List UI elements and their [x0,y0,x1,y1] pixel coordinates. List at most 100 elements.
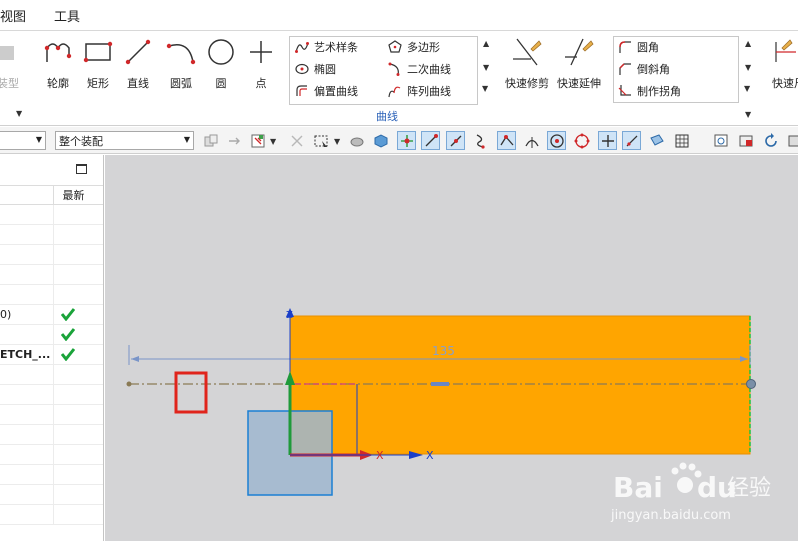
navigator-row[interactable]: ETCH_... [0,345,103,365]
watermark-url: jingyan.baidu.com [610,508,731,523]
navigator-row[interactable] [0,265,103,285]
navigator-row[interactable]: 0) [0,305,103,325]
studio-spline-button[interactable]: 艺术样条 [295,38,358,55]
snap-quadrant-icon[interactable] [572,131,591,150]
select-solid-icon[interactable] [371,131,390,150]
menu-tools[interactable]: 工具 [54,6,92,25]
make-corner-button[interactable]: 制作拐角 [618,82,681,99]
filter-move-icon[interactable] [225,131,244,150]
centerline-end-point[interactable] [746,379,756,389]
sketch-canvas[interactable]: 135 Z X X Bai du 经验 jingyan.baidu.com [105,155,798,541]
latest-cell [53,305,93,325]
corner-more-icon[interactable]: ▼ [744,84,750,93]
snap-feature-icon[interactable] [287,131,306,150]
navigator-row[interactable] [0,285,103,305]
fit-view-icon[interactable] [736,131,755,150]
navigator-titlebar [0,155,103,185]
rectangle-icon [83,41,113,63]
point-button[interactable]: 点 [241,37,281,91]
polygon-button[interactable]: 多边形 [388,38,451,55]
axis-x2-label: X [426,449,434,462]
curve-group-label: 曲线 [376,110,398,123]
arc-button[interactable]: 圆弧 [161,37,201,91]
offset-curve-button[interactable]: 偏置曲线 [295,82,358,99]
snap-intersection-icon[interactable] [497,131,516,150]
pattern-curve-button[interactable]: 阵列曲线 [388,82,451,99]
dimension-value[interactable]: 135 [432,344,455,358]
select-body-icon[interactable] [347,131,366,150]
quick-trim-button[interactable]: 快速修剪 [505,37,549,91]
quick-extend-button[interactable]: 快速延伸 [557,37,601,91]
gallery-scroll-up-icon[interactable]: ▲ [483,39,489,48]
chamfer-button[interactable]: 倒斜角 [618,60,681,77]
snap-arc-center-icon[interactable] [547,131,566,150]
snap-grid-icon[interactable] [397,131,416,150]
navigator-row[interactable] [0,485,103,505]
navigator-row[interactable] [0,385,103,405]
corner-scroll-up-icon[interactable]: ▲ [745,39,751,48]
rectangle-button[interactable]: 矩形 [78,37,118,91]
axis-x-label: X [376,449,384,462]
navigator-row[interactable] [0,425,103,445]
chevron-down-icon[interactable]: ▼ [270,137,276,146]
zoom-view-icon[interactable] [711,131,730,150]
navigator-row[interactable] [0,445,103,465]
snap-existing-point-icon[interactable] [598,131,617,150]
latest-cell [53,265,93,285]
quick-dimension-button[interactable]: 快速尺 [772,37,798,91]
menu-bar: 视图 工具 [0,0,798,30]
navigator-row[interactable] [0,505,103,525]
dimension-arrow-left [131,356,139,362]
ribbon: 装型 ▼ 轮廓 矩形 直线 圆弧 圆 点 艺术样条 椭圆 偏置曲线 多边形 二次… [0,30,798,126]
chevron-down-icon[interactable]: ▼ [334,137,340,146]
group-options-icon[interactable]: ▼ [745,110,751,119]
navigator-row[interactable] [0,245,103,265]
assembly-button[interactable]: 装型 [0,37,28,91]
ellipse-button[interactable]: 椭圆 [295,60,358,77]
snap-tangent-icon[interactable] [522,131,541,150]
rectangle-select-icon[interactable] [311,131,330,150]
sketch-rectangle[interactable] [289,315,751,455]
select-type-icon[interactable] [248,131,267,150]
navigator-row[interactable] [0,365,103,385]
graphics-window[interactable]: 135 Z X X Bai du 经验 jingyan.baidu.com [105,155,798,541]
filter-parts-icon[interactable] [201,131,220,150]
snap-point-on-curve-icon[interactable] [622,131,641,150]
chamfer-icon [619,62,631,75]
profile-button[interactable]: 轮廓 [38,37,78,91]
gallery-more-icon[interactable]: ▼ [482,84,488,93]
pan-view-icon[interactable] [784,131,798,150]
checkmark-icon [61,348,75,361]
chevron-down-icon[interactable]: ▼ [16,109,22,118]
fillet-button[interactable]: 圆角 [618,38,681,55]
navigator-row[interactable] [0,405,103,425]
snap-midpoint-icon[interactable] [446,131,465,150]
rotate-view-icon[interactable] [761,131,780,150]
snap-bounded-grid-icon[interactable] [672,131,691,150]
line-button[interactable]: 直线 [118,37,158,91]
navigator-row[interactable] [0,325,103,345]
snap-endpoint-icon[interactable] [421,131,440,150]
arc-icon [166,43,196,65]
corner-scroll-down-icon[interactable]: ▼ [745,63,751,72]
filter-combo[interactable]: ▼ [0,131,46,150]
latest-cell [53,485,93,505]
navigator-row[interactable] [0,465,103,485]
profile-icon [44,43,72,62]
assembly-icon [0,46,14,60]
snap-control-point-icon[interactable] [471,131,490,150]
snap-face-icon[interactable] [647,131,666,150]
maximize-icon[interactable] [76,164,87,174]
centerline-start-point[interactable] [126,381,132,387]
axis-z-label: Z [286,310,293,321]
circle-button[interactable]: 圆 [201,37,241,91]
navigator-row[interactable] [0,225,103,245]
latest-cell [53,425,93,445]
gallery-scroll-down-icon[interactable]: ▼ [483,63,489,72]
navigator-row[interactable] [0,205,103,225]
menu-view[interactable]: 视图 [0,6,38,25]
assembly-scope-combo[interactable]: 整个装配 ▼ [55,131,194,150]
navigator-header: 最新 [0,185,103,206]
conic-button[interactable]: 二次曲线 [388,60,451,77]
column-latest[interactable]: 最新 [53,186,93,206]
